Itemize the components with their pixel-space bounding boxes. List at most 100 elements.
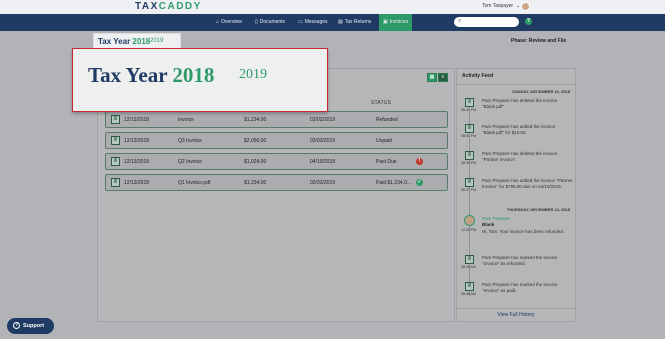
year-label-text: Tax Year: [98, 37, 131, 46]
feed-time: 08:46 AM: [461, 265, 476, 269]
nav-messages[interactable]: ▭ Messages: [298, 14, 328, 31]
invoice-icon: ≣: [111, 115, 120, 124]
nav-tax-returns[interactable]: ▤ Tax Returns: [338, 14, 371, 31]
zoom-year-selected: 2018: [172, 63, 215, 87]
view-toggle: ▦ ≡: [427, 73, 449, 82]
document-icon: ▯: [255, 19, 258, 25]
chat-icon: ▭: [298, 19, 303, 25]
help-label: ?: [526, 18, 531, 24]
feed-item-text: Pam Preparer has deleted the invoice "Bl…: [482, 98, 558, 109]
activity-feed-title: Activity Feed: [462, 73, 494, 79]
year-option-2019[interactable]: 2019: [150, 38, 163, 44]
feed-item-text: Pam Preparer has added the invoice "Blan…: [482, 124, 556, 135]
invoice-icon: ≣: [465, 282, 474, 291]
year-selected: 2018: [132, 37, 151, 46]
nav-documents-label: Documents: [259, 19, 286, 25]
avatar: [464, 215, 475, 226]
feed-day-header: SUNDAY, DECEMBER 16, 2018: [512, 89, 570, 94]
nav-documents[interactable]: ▯ Documents: [255, 14, 285, 31]
help-icon[interactable]: ?: [525, 18, 532, 25]
row-name: Q1 Invoice.pdf: [178, 180, 211, 186]
logo[interactable]: TAXCADDY: [135, 1, 202, 12]
app-root: TAXCADDY Tom Taxpayer ⌄ ⌂ Overview ▯ Docume…: [0, 0, 665, 339]
table-row[interactable]: ≣ 12/13/2018 Q2 Invoice $1,024.00 04/10/…: [105, 153, 448, 170]
row-due-date: 02/03/2019: [310, 117, 336, 123]
feed-time: 08:37 PM: [461, 188, 476, 192]
zoom-year-other[interactable]: 2019: [239, 67, 267, 83]
invoice-icon: ≣: [111, 178, 120, 187]
user-menu[interactable]: Tom Taxpayer ⌄: [482, 3, 520, 9]
table-row[interactable]: ≣ 12/13/2018 Invoice $1,234.00 02/03/201…: [105, 111, 448, 128]
row-status: Refunded: [376, 117, 398, 123]
row-amount: $1,024.00: [244, 159, 267, 165]
feed-author-name: Pam Preparer: [482, 216, 511, 221]
feed-item-text: Pam Preparer has deleted the invoice "Pa…: [482, 151, 558, 162]
invoice-icon: ≣: [465, 98, 474, 107]
paid-check-icon: ✓: [416, 179, 423, 186]
support-label: Support: [23, 323, 45, 329]
row-name: Q3 Invoice: [178, 138, 202, 144]
support-button[interactable]: ? Support: [7, 318, 54, 334]
nav-tax-returns-label: Tax Returns: [344, 19, 372, 25]
nav-invoices[interactable]: ▣ Invoices: [379, 14, 413, 31]
nav-overview[interactable]: ⌂ Overview: [216, 14, 242, 31]
top-bar: TAXCADDY Tom Taxpayer ⌄: [0, 0, 665, 14]
row-due-date: 04/10/2018: [310, 159, 336, 165]
row-name: Q2 Invoice: [178, 159, 202, 165]
chevron-down-icon: ⌄: [516, 3, 521, 9]
feed-time: 08:46 AM: [461, 292, 476, 296]
nav-invoices-label: Invoices: [389, 19, 409, 25]
nav-messages-label: Messages: [304, 19, 328, 25]
row-date: 12/13/2018: [124, 159, 150, 165]
year-selector-label: Tax Year 2018: [98, 37, 150, 46]
zoom-year-label: Tax Year 2018: [88, 63, 214, 88]
feed-time: 08:38 PM: [461, 161, 476, 165]
logo-text-a: TAX: [135, 1, 159, 12]
feed-item-text: Pam Preparer has marked the invoice "Inv…: [482, 282, 558, 293]
row-status: Unpaid: [376, 138, 392, 144]
row-name: Invoice: [178, 117, 194, 123]
phase-label: Phase: Review and File: [511, 38, 567, 44]
feed-item-text: Hi, Tom. Your invoice has been refunded.: [482, 229, 564, 234]
year-zoom-callout: Tax Year 2018 2019: [72, 48, 328, 112]
row-amount: $2,056.00: [244, 138, 267, 144]
home-icon: ⌂: [216, 19, 220, 25]
row-amount: $1,234.00: [244, 180, 267, 186]
logo-text-b: CADDY: [158, 1, 202, 12]
main-nav: ⌂ Overview ▯ Documents ▭ Messages ▤ Tax Retu…: [0, 14, 665, 31]
nav-overview-label: Overview: [221, 19, 242, 25]
feed-time: 08:41 PM: [461, 134, 476, 138]
status-column-header: STATUS: [371, 100, 392, 106]
invoice-icon: ≣: [465, 178, 474, 187]
row-status: Past Due: [376, 159, 397, 165]
view-full-history-link[interactable]: View Full History: [456, 312, 576, 318]
row-date: 12/13/2018: [124, 138, 150, 144]
invoice-icon: ≣: [465, 124, 474, 133]
divider: [456, 308, 576, 309]
invoice-icon: ≣: [111, 136, 120, 145]
invoice-icon: ≣: [465, 151, 474, 160]
feed-item-text: Pam Preparer has added the invoice "Part…: [482, 178, 573, 189]
invoice-icon: ▣: [383, 19, 388, 25]
feed-day-header: THURSDAY, DECEMBER 13, 2018: [506, 207, 570, 212]
return-icon: ▤: [338, 19, 343, 25]
invoice-icon: ≣: [465, 255, 474, 264]
feed-message-subject: Blank: [482, 222, 495, 227]
table-row[interactable]: ≣ 12/13/2018 Q3 Invoice $2,056.00 02/03/…: [105, 132, 448, 149]
row-due-date: 02/03/2019: [310, 138, 336, 144]
year-selector[interactable]: Tax Year 2018 2019: [93, 33, 181, 49]
avatar[interactable]: [521, 2, 530, 11]
search-input[interactable]: ⌕: [454, 17, 519, 27]
feed-time: 08:41 PM: [461, 108, 476, 112]
list-view-icon[interactable]: ≡: [438, 73, 448, 82]
feed-time: 12:26 PM: [461, 228, 476, 232]
feed-item-text: Pam Preparer has marked the invoice "Inv…: [482, 255, 558, 266]
row-status: Paid $1,234.0...: [376, 180, 412, 186]
past-due-alert-icon: !: [416, 158, 423, 165]
table-row[interactable]: ≣ 12/13/2018 Q1 Invoice.pdf $1,234.00 02…: [105, 174, 448, 191]
divider: [456, 84, 576, 85]
grid-view-icon[interactable]: ▦: [427, 73, 437, 82]
row-date: 12/13/2018: [124, 180, 150, 186]
search-icon: ⌕: [458, 18, 462, 24]
zoom-year-text: Tax Year: [88, 63, 168, 87]
